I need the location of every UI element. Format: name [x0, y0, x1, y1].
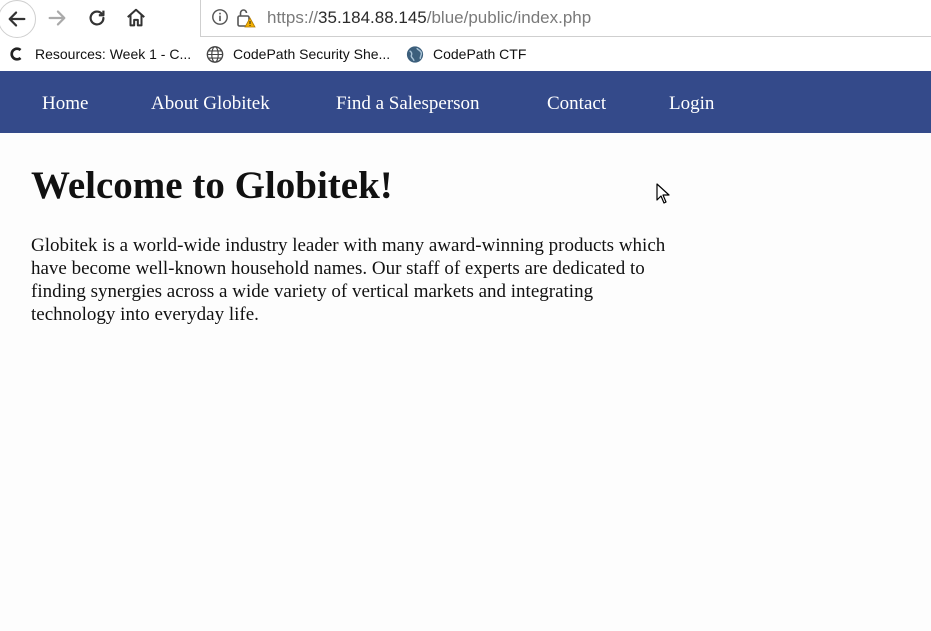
page-title: Welcome to Globitek!: [31, 164, 393, 207]
bookmark-label: CodePath CTF: [433, 46, 527, 62]
back-button[interactable]: [0, 0, 36, 38]
back-arrow-icon: [8, 11, 26, 27]
nav-link-home[interactable]: Home: [42, 93, 88, 115]
url-path: /blue/public/index.php: [426, 8, 592, 27]
earth-icon: [406, 45, 424, 63]
globe-icon: [206, 45, 224, 63]
intro-paragraph: Globitek is a world-wide industry leader…: [31, 235, 666, 325]
reload-button[interactable]: [79, 0, 115, 36]
bookmark-codepath-ctf[interactable]: CodePath CTF: [406, 45, 526, 63]
forward-arrow-icon: [48, 10, 66, 26]
bookmark-label: Resources: Week 1 - C...: [35, 46, 192, 62]
bookmarks-bar: Resources: Week 1 - C... CodePath Securi…: [0, 38, 931, 71]
info-icon[interactable]: [211, 8, 229, 26]
url-scheme: https://: [267, 8, 319, 27]
bookmark-resources[interactable]: Resources: Week 1 - C...: [8, 45, 191, 63]
bookmark-label: CodePath Security She...: [233, 46, 391, 62]
forward-button[interactable]: [39, 0, 75, 36]
url-host: 35.184.88.145: [318, 8, 427, 27]
reload-icon: [89, 10, 105, 26]
address-bar[interactable]: https://35.184.88.145/blue/public/index.…: [200, 0, 931, 37]
insecure-lock-icon[interactable]: [235, 7, 257, 29]
home-icon: [127, 8, 145, 27]
nav-link-find-salesperson[interactable]: Find a Salesperson: [336, 93, 480, 115]
site-navigation: Home About Globitek Find a Salesperson C…: [0, 71, 931, 133]
nav-link-about[interactable]: About Globitek: [151, 93, 270, 115]
browser-toolbar: https://35.184.88.145/blue/public/index.…: [0, 0, 931, 38]
bookmark-security-sheet[interactable]: CodePath Security She...: [206, 45, 390, 63]
url-text[interactable]: https://35.184.88.145/blue/public/index.…: [267, 8, 591, 28]
home-button[interactable]: [118, 0, 154, 36]
nav-link-contact[interactable]: Contact: [547, 93, 606, 115]
codepath-c-icon: [8, 45, 26, 63]
mouse-cursor-icon: [656, 183, 670, 204]
nav-link-login[interactable]: Login: [669, 93, 714, 115]
